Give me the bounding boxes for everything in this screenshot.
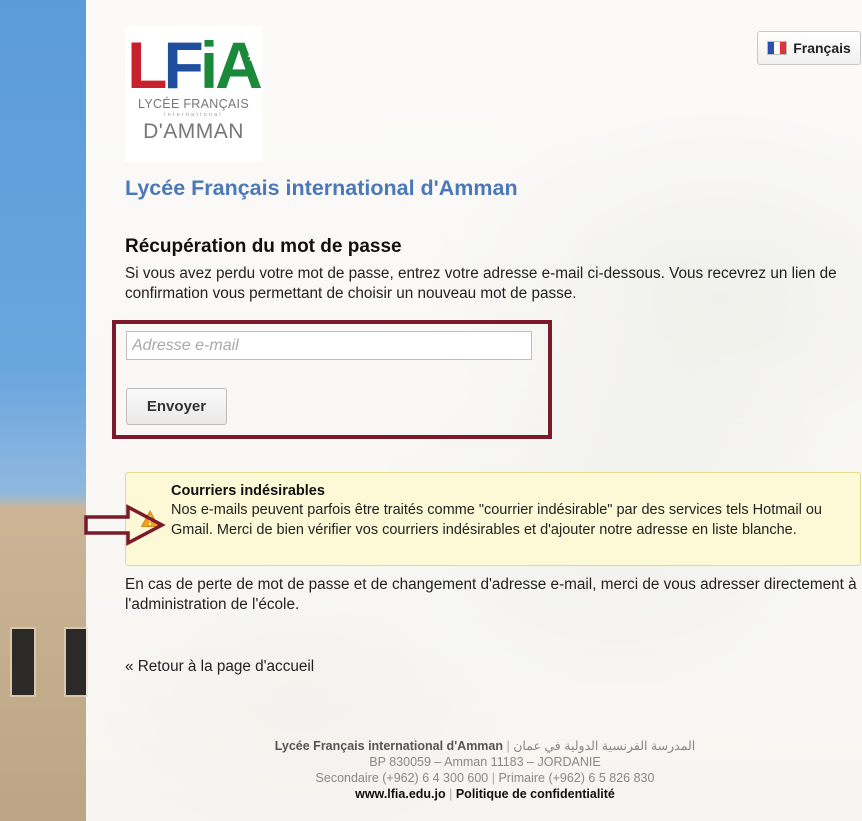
- footer-line-1: Lycée Français international d'Amman | ا…: [180, 738, 790, 754]
- building-window: [10, 627, 36, 697]
- french-flag-icon: [767, 41, 788, 55]
- site-title: Lycée Français international d'Amman: [125, 176, 518, 200]
- language-selector-button[interactable]: Français: [757, 31, 861, 65]
- star-icon: ✸: [247, 49, 261, 66]
- back-to-home-link[interactable]: « Retour à la page d'accueil: [125, 658, 314, 676]
- footer: Lycée Français international d'Amman | ا…: [180, 738, 790, 802]
- footer-address: BP 830059 – Amman 11183 – JORDANIE: [369, 755, 601, 769]
- footer-phone-secondary: Secondaire (+962) 6 4 300 600: [315, 771, 489, 785]
- logo-line-3: D'AMMAN: [143, 120, 244, 143]
- warning-text: Nos e-mails peuvent parfois être traités…: [171, 502, 822, 538]
- send-button[interactable]: Envoyer: [126, 388, 227, 425]
- background-building: [0, 505, 88, 821]
- footer-separator: |: [449, 787, 453, 801]
- footer-links: www.lfia.edu.jo | Politique de confident…: [180, 786, 790, 802]
- page-title: Récupération du mot de passe: [125, 236, 402, 257]
- building-window: [64, 627, 88, 697]
- website-link[interactable]: www.lfia.edu.jo: [355, 787, 446, 801]
- annotation-arrow-icon: [84, 504, 166, 546]
- logo-mark: L F iA ✸: [127, 28, 263, 102]
- logo-letters-ia: iA ✸: [200, 32, 263, 98]
- privacy-policy-link[interactable]: Politique de confidentialité: [456, 787, 615, 801]
- email-input[interactable]: [126, 331, 532, 360]
- logo-letter-l: L: [127, 28, 167, 102]
- logo-letter-f: F: [163, 28, 204, 102]
- language-label: Français: [793, 40, 851, 56]
- footer-school-name-arabic: المدرسة الفرنسية الدولية في عمان: [513, 739, 696, 753]
- contact-administration-text: En cas de perte de mot de passe et de ch…: [125, 576, 857, 613]
- logo-line-2: international: [164, 112, 223, 118]
- footer-school-name: Lycée Français international d'Amman: [274, 739, 504, 753]
- footer-separator: |: [491, 771, 495, 785]
- footer-separator: |: [506, 739, 510, 753]
- recovery-instructions: Si vous avez perdu votre mot de passe, e…: [125, 265, 837, 302]
- footer-phone-primary: Primaire (+962) 6 5 826 830: [498, 771, 655, 785]
- warning-title: Courriers indésirables: [171, 483, 325, 499]
- footer-phones: Secondaire (+962) 6 4 300 600 | Primaire…: [180, 770, 790, 786]
- school-logo[interactable]: L F iA ✸ LYCÉE FRANÇAIS international D'A…: [125, 26, 263, 162]
